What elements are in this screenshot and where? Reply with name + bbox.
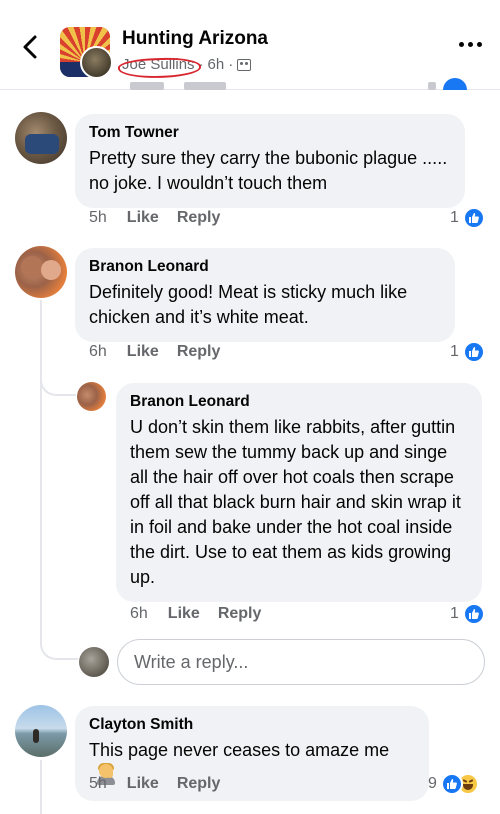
reply-button[interactable]: Reply [177,343,221,361]
group-name[interactable]: Hunting Arizona [122,28,268,50]
comment-actions: 6h Like Reply [130,605,279,623]
avatar-detail [41,260,61,280]
comment-time[interactable]: 5h [89,775,107,793]
thread-line [40,300,42,636]
like-reaction-icon [462,207,485,229]
avatar-clayton-smith[interactable] [15,705,67,757]
post-header: Hunting Arizona Joe Sullins · 6h · [0,0,500,90]
back-button[interactable] [18,34,44,60]
meta-separator: · [228,56,234,73]
comment-actions: 5h Like Reply [89,775,238,793]
reaction-count: 1 [450,209,459,226]
reaction-summary[interactable]: 1 [450,341,485,363]
ghost-reply [184,82,226,90]
ghost-like-icon [443,78,467,90]
avatar-branon-leonard[interactable] [15,246,67,298]
thread-line [40,760,42,814]
comment-bubble[interactable]: Tom Towner Pretty sure they carry the bu… [75,114,465,208]
reaction-summary[interactable]: 1 [450,207,485,229]
comment-author[interactable]: Branon Leonard [89,258,441,276]
group-audience-icon [237,58,252,71]
like-button[interactable]: Like [127,775,159,793]
comment-author[interactable]: Clayton Smith [89,716,415,734]
previous-comment-actions-cut [0,78,500,90]
post-time[interactable]: 6h [208,56,225,73]
avatar-detail [33,729,39,743]
reaction-summary[interactable]: 9 [428,773,479,795]
avatar-detail [21,256,43,278]
reply-input[interactable] [118,640,484,684]
comment-text: U don’t skin them like rabbits, after gu… [130,417,461,587]
reaction-count: 1 [450,605,459,622]
post-meta: Joe Sullins · 6h · [122,56,252,73]
like-button[interactable]: Like [127,209,159,227]
like-reaction-icon [440,773,463,795]
more-dots-icon [459,42,464,47]
chevron-left-icon [23,35,37,59]
reaction-count: 9 [428,775,437,792]
author-name[interactable]: Joe Sullins [122,56,195,73]
comment-text: Pretty sure they carry the bubonic plagu… [89,148,448,193]
reply-bubble[interactable]: Branon Leonard U don’t skin them like ra… [116,383,482,602]
avatar-tom-towner[interactable] [15,112,67,164]
more-dot [468,42,473,47]
comment-actions: 6h Like Reply [89,343,238,361]
ghost-count [428,82,436,90]
comment-time[interactable]: 6h [89,343,107,361]
like-button[interactable]: Like [168,605,200,623]
comment-author[interactable]: Tom Towner [89,124,451,142]
comment-text-content: This page never ceases to amaze me [89,740,390,760]
like-button[interactable]: Like [127,343,159,361]
comment-bubble[interactable]: Branon Leonard Definitely good! Meat is … [75,248,455,342]
avatar-branon-leonard-reply[interactable] [77,382,106,411]
reply-button[interactable]: Reply [177,775,221,793]
more-dot [477,42,482,47]
thread-connector [40,630,78,660]
comment-time[interactable]: 6h [130,605,148,623]
avatar-detail [25,134,59,154]
like-reaction-icon [462,341,485,363]
more-button[interactable] [459,42,482,47]
reaction-count: 1 [450,343,459,360]
reply-button[interactable]: Reply [177,209,221,227]
thread-connector [40,368,76,396]
comment-time[interactable]: 5h [89,209,107,227]
comment-actions: 5h Like Reply [89,209,238,227]
author-avatar[interactable] [80,46,113,79]
reply-input-container[interactable] [117,639,485,685]
ghost-like [130,82,164,90]
comment-author[interactable]: Branon Leonard [130,393,468,411]
reply-button[interactable]: Reply [218,605,262,623]
like-reaction-icon [462,603,485,625]
reaction-summary[interactable]: 1 [450,603,485,625]
comment-text: Definitely good! Meat is sticky much lik… [89,282,408,327]
current-user-avatar [79,647,109,677]
